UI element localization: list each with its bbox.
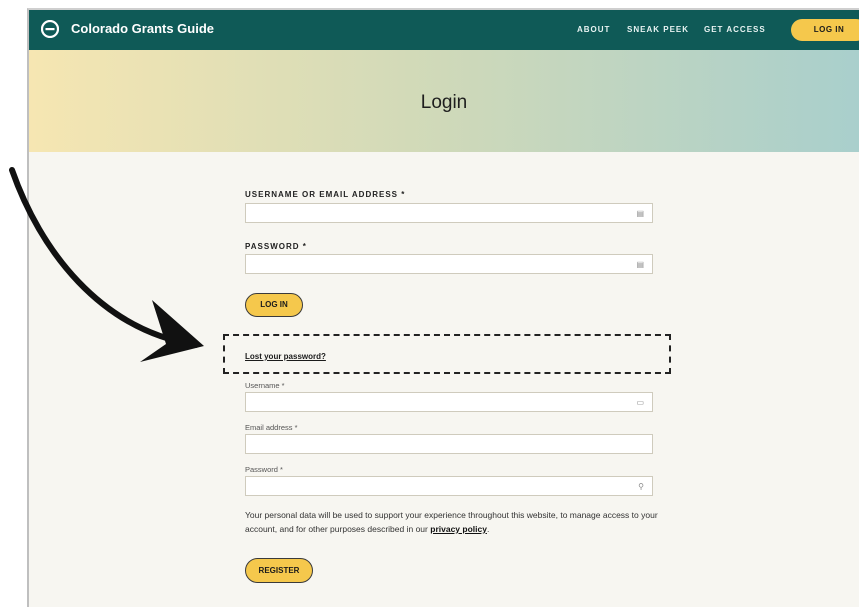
password-label: PASSWORD *	[245, 242, 307, 251]
privacy-notice: Your personal data will be used to suppo…	[245, 508, 675, 536]
nav-get-access-link[interactable]: GET ACCESS	[704, 25, 766, 34]
top-navigation-bar: Colorado Grants Guide ABOUT SNEAK PEEK G…	[29, 10, 859, 50]
nav-about-link[interactable]: ABOUT	[577, 25, 610, 34]
browser-frame: Colorado Grants Guide ABOUT SNEAK PEEK G…	[27, 8, 859, 607]
register-email-label: Email address *	[245, 423, 298, 432]
username-email-input[interactable]: ▤	[245, 203, 653, 223]
register-password-label: Password *	[245, 465, 283, 474]
register-username-input[interactable]: ▭	[245, 392, 653, 412]
key-icon: ⚲	[638, 482, 644, 491]
privacy-policy-link[interactable]: privacy policy	[430, 524, 487, 534]
register-email-input[interactable]	[245, 434, 653, 454]
register-password-input[interactable]: ⚲	[245, 476, 653, 496]
register-username-label: Username *	[245, 381, 285, 390]
login-submit-button[interactable]: LOG IN	[245, 293, 303, 317]
brand-name[interactable]: Colorado Grants Guide	[71, 21, 214, 36]
privacy-notice-end: .	[486, 524, 490, 534]
nav-sneak-peek-link[interactable]: SNEAK PEEK	[627, 25, 689, 34]
password-input[interactable]: ▤	[245, 254, 653, 274]
circle-e-logo-icon[interactable]	[41, 20, 59, 38]
keyboard-icon: ▤	[636, 209, 644, 218]
page-title: Login	[420, 92, 468, 113]
username-email-label: USERNAME OR EMAIL ADDRESS *	[245, 190, 406, 199]
contact-card-icon: ▭	[636, 398, 644, 407]
hero-banner: Login	[29, 50, 859, 152]
register-button[interactable]: REGISTER	[245, 558, 313, 583]
lost-password-link[interactable]: Lost your password?	[245, 352, 326, 361]
keyboard-icon: ▤	[636, 260, 644, 269]
header-login-button[interactable]: LOG IN	[791, 19, 859, 41]
